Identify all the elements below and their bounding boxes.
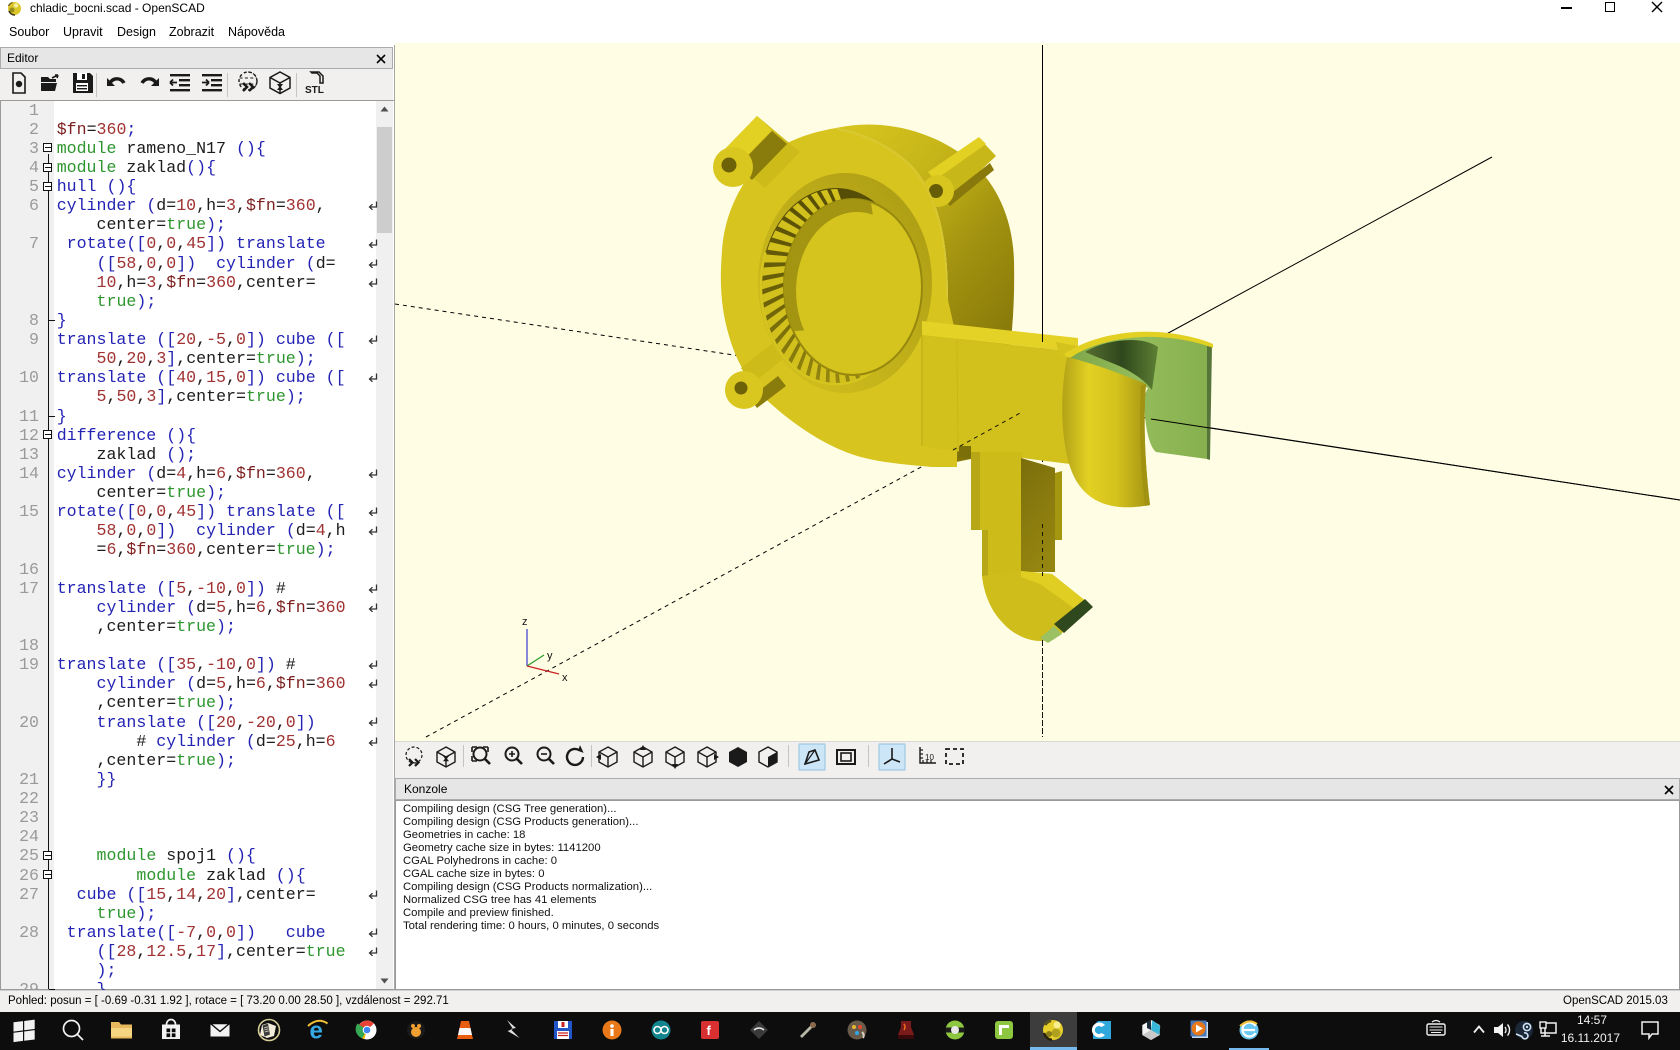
svg-text:10: 10 [925, 753, 934, 762]
svg-text:STL: STL [305, 85, 324, 96]
svg-text:x: x [562, 672, 568, 684]
svg-text:y: y [547, 650, 553, 662]
svg-text:z: z [522, 616, 528, 628]
svg-text:f: f [707, 1023, 712, 1038]
